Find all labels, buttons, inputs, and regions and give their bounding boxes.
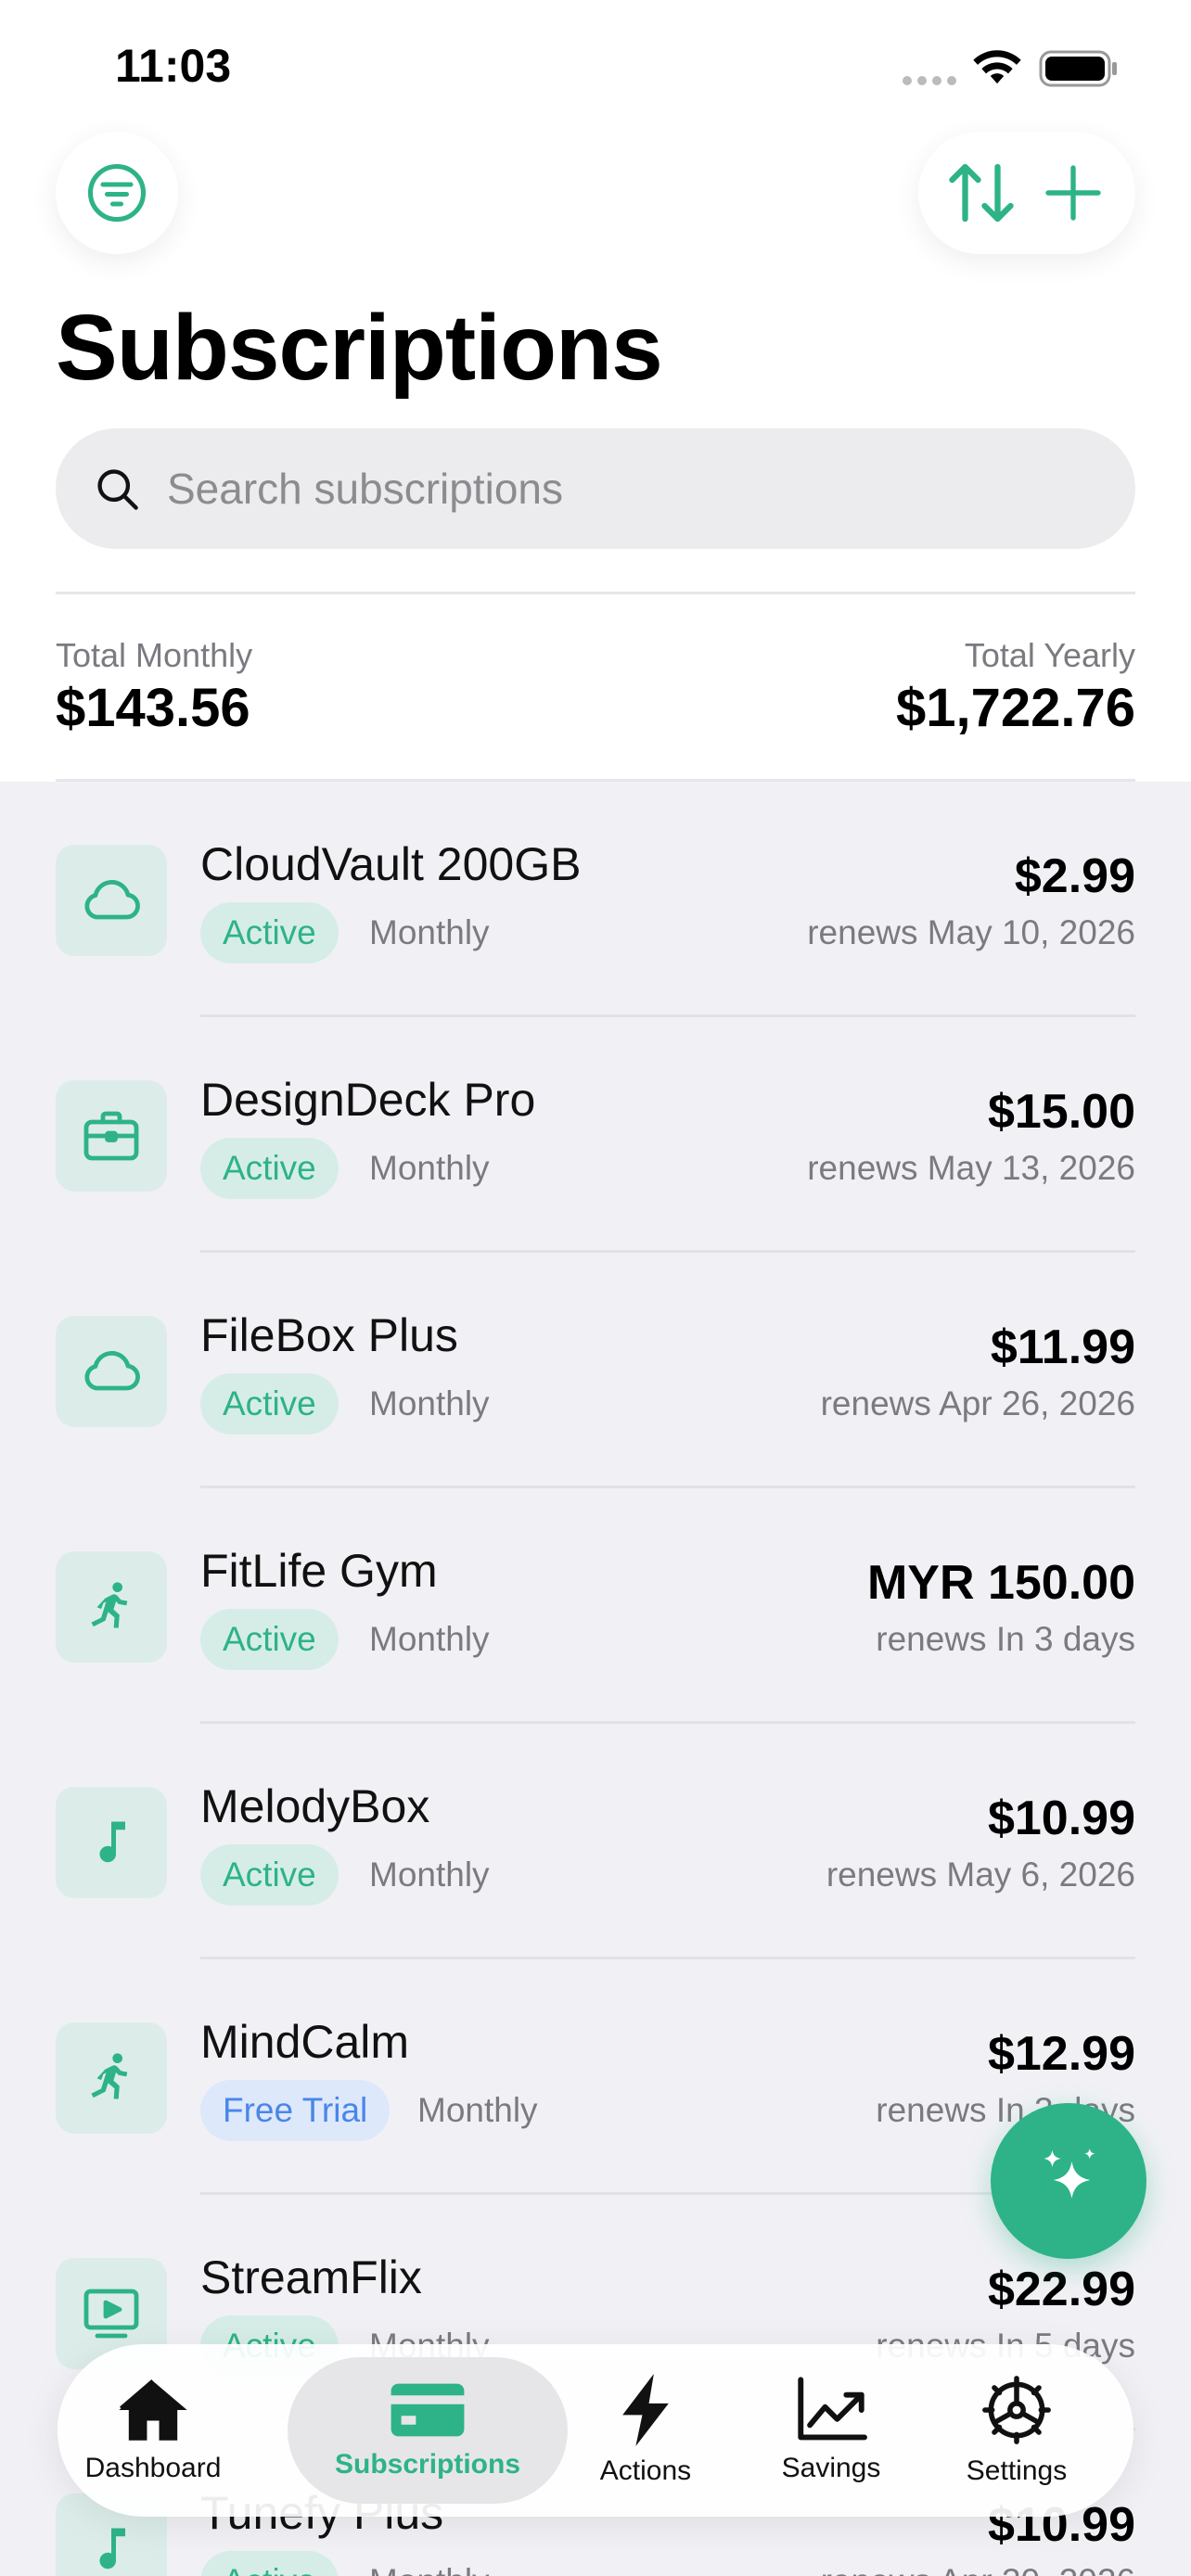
subscription-price: MYR 150.00 <box>866 1556 1135 1610</box>
total-monthly-label: Total Monthly <box>56 636 253 674</box>
billing-cycle: Monthly <box>369 1620 490 1658</box>
total-monthly-value: $143.56 <box>56 678 250 738</box>
status-badge: Active <box>200 1373 339 1435</box>
running-figure-icon <box>56 2022 167 2134</box>
subscription-price: $2.99 <box>1014 849 1135 903</box>
renewal-date: renews Apr 30, 2026 <box>821 2562 1135 2576</box>
renewal-date: renews In 3 days <box>876 1620 1135 1658</box>
divider <box>56 592 1135 594</box>
card-icon <box>391 2383 465 2437</box>
subscription-name: FitLife Gym <box>200 1545 438 1597</box>
billing-cycle: Monthly <box>369 1855 490 1894</box>
subscription-row[interactable]: FitLife Gym Active Monthly MYR 150.00 re… <box>0 1488 1191 1724</box>
search-icon <box>97 469 138 510</box>
status-badge: Active <box>200 1609 339 1670</box>
subscription-price: $15.00 <box>987 1085 1135 1139</box>
subscription-price: $12.99 <box>987 2027 1135 2081</box>
billing-cycle: Monthly <box>369 2562 490 2576</box>
wifi-icon <box>972 46 1022 90</box>
cellular-signal-icon <box>902 74 957 91</box>
billing-cycle: Monthly <box>369 1384 490 1422</box>
cloud-icon <box>56 1316 167 1427</box>
subscription-name: CloudVault 200GB <box>200 838 582 890</box>
subscription-name: StreamFlix <box>200 2251 422 2303</box>
renewal-date: renews May 10, 2026 <box>807 913 1135 951</box>
total-yearly-label: Total Yearly <box>964 636 1135 674</box>
subscription-name: MindCalm <box>200 2016 410 2068</box>
cloud-icon <box>56 845 167 956</box>
tab-bar: Dashboard Subscriptions Actions Savings … <box>58 2344 1133 2517</box>
search-bar[interactable] <box>56 428 1135 549</box>
status-badge: Free Trial <box>200 2080 391 2141</box>
battery-icon <box>1039 50 1119 92</box>
subscription-name: FileBox Plus <box>200 1309 458 1361</box>
header-area: 11:03 Subscriptions Search subscriptions… <box>0 0 1191 782</box>
renewal-date: renews May 6, 2026 <box>826 1855 1135 1894</box>
subscription-row[interactable]: FileBox Plus Active Monthly $11.99 renew… <box>0 1253 1191 1488</box>
status-badge: Active <box>200 1138 339 1199</box>
subscription-row[interactable]: DesignDeck Pro Active Monthly $15.00 ren… <box>0 1017 1191 1253</box>
gear-icon <box>982 2376 1051 2444</box>
subscription-price: $11.99 <box>990 1320 1135 1374</box>
billing-cycle: Monthly <box>417 2091 538 2129</box>
tab-actions[interactable]: Actions <box>583 2357 709 2504</box>
subscription-price: $22.99 <box>987 2263 1135 2316</box>
subscription-row[interactable]: CloudVault 200GB Active Monthly $2.99 re… <box>0 782 1191 1017</box>
subscription-row[interactable]: MelodyBox Active Monthly $10.99 renews M… <box>0 1724 1191 1959</box>
briefcase-icon <box>56 1080 167 1192</box>
total-yearly-value: $1,722.76 <box>895 678 1135 738</box>
status-badge: Active <box>200 1844 339 1906</box>
plus-icon <box>1044 165 1101 221</box>
sparkle-icon <box>1044 2149 1095 2199</box>
filter-button[interactable] <box>56 132 178 254</box>
status-time: 11:03 <box>115 40 232 92</box>
page-title: Subscriptions <box>56 296 663 400</box>
subscriptions-screen: CloudVault 200GB Active Monthly $2.99 re… <box>0 0 1191 2576</box>
header-actions <box>918 132 1135 254</box>
filter-icon <box>87 163 147 223</box>
status-badge: Active <box>200 902 339 963</box>
billing-cycle: Monthly <box>369 1149 490 1187</box>
house-icon <box>119 2379 187 2441</box>
music-note-icon <box>56 1787 167 1898</box>
sort-button[interactable] <box>940 151 1023 235</box>
divider <box>56 779 1135 782</box>
bolt-icon <box>622 2374 669 2446</box>
status-badge: Active <box>200 2551 339 2576</box>
subscription-name: DesignDeck Pro <box>200 1074 536 1126</box>
tab-dashboard[interactable]: Dashboard <box>85 2357 221 2504</box>
tab-subscriptions[interactable]: Subscriptions <box>288 2357 568 2504</box>
tab-settings[interactable]: Settings <box>954 2357 1080 2504</box>
tab-savings[interactable]: Savings <box>768 2357 894 2504</box>
add-subscription-button[interactable] <box>1031 151 1115 235</box>
billing-cycle: Monthly <box>369 913 490 951</box>
renewal-date: renews Apr 26, 2026 <box>820 1384 1135 1422</box>
renewal-date: renews May 13, 2026 <box>807 1149 1135 1187</box>
subscription-price: $10.99 <box>987 1792 1135 1845</box>
ai-assistant-button[interactable] <box>991 2103 1146 2259</box>
subscription-list[interactable]: CloudVault 200GB Active Monthly $2.99 re… <box>0 782 1191 2576</box>
search-input[interactable] <box>167 464 1048 514</box>
subscription-name: MelodyBox <box>200 1780 430 1832</box>
status-bar: 11:03 <box>0 0 1191 130</box>
running-figure-icon <box>56 1551 167 1663</box>
sort-arrows-icon <box>948 163 1014 223</box>
chart-up-icon <box>798 2377 867 2441</box>
